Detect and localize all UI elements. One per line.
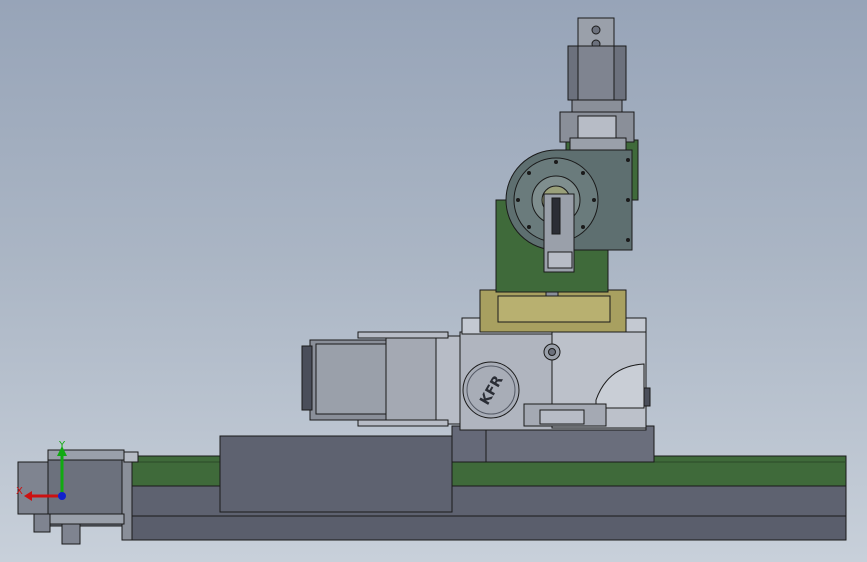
cad-viewport[interactable]: KFR X Y bbox=[0, 0, 867, 562]
gearbox: KFR bbox=[459, 317, 651, 431]
upper-motor bbox=[559, 17, 635, 151]
triad-z-axis bbox=[58, 492, 66, 500]
end-motor-foot-right bbox=[61, 523, 81, 545]
end-motor-boss bbox=[123, 451, 139, 463]
wrist-bracket-slot bbox=[551, 197, 561, 235]
upper-motor-flange-inner bbox=[577, 115, 617, 139]
motor-backcap-inner bbox=[315, 343, 387, 415]
rail-bottom bbox=[129, 515, 847, 541]
olive-band-inner bbox=[497, 295, 611, 323]
carriage-plate-left bbox=[219, 435, 453, 513]
upper-motor-body-inner bbox=[577, 45, 615, 101]
end-motor-foot-left bbox=[33, 513, 51, 533]
upper-motor-neck bbox=[571, 99, 623, 113]
gearbox-bore-inner bbox=[548, 348, 556, 356]
motor-top-rib bbox=[357, 331, 449, 339]
triad-x-label: X bbox=[16, 486, 23, 497]
motor-body bbox=[385, 337, 439, 423]
drive-motor bbox=[301, 331, 461, 427]
turntable-band bbox=[479, 287, 627, 333]
triad-y-label: Y bbox=[58, 440, 66, 451]
wrist-bracket-foot bbox=[547, 251, 573, 269]
end-motor-bottom-band bbox=[47, 513, 125, 525]
motor-connector bbox=[301, 345, 313, 411]
gearbox-side-tab bbox=[643, 387, 651, 407]
carriage-plate-mid bbox=[485, 425, 655, 463]
motor-flange bbox=[435, 335, 461, 425]
end-motor-flange bbox=[121, 451, 133, 541]
gearbox-base-slot-inner bbox=[539, 409, 585, 425]
upper-motor-cap-hole-1 bbox=[591, 25, 601, 35]
motor-bottom-rib bbox=[357, 419, 449, 427]
upper-motor-coupler bbox=[569, 137, 627, 151]
